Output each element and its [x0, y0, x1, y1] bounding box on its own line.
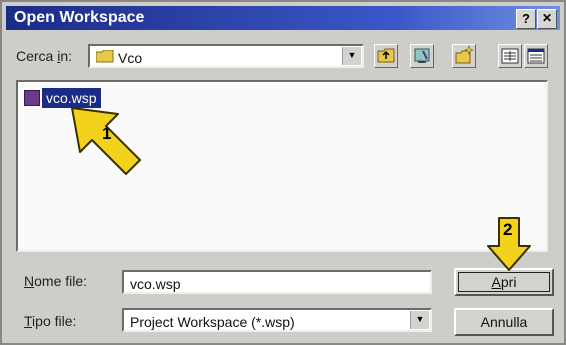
- workspace-file-icon: [24, 90, 40, 106]
- filename-input[interactable]: vco.wsp: [122, 270, 432, 294]
- list-view-button[interactable]: [498, 44, 522, 68]
- filetype-dropdown[interactable]: ▼: [410, 311, 429, 329]
- filename-value: vco.wsp: [130, 276, 181, 292]
- filetype-select[interactable]: Project Workspace (*.wsp) ▼: [122, 308, 432, 332]
- look-in-dropdown[interactable]: ▼: [342, 47, 361, 65]
- filetype-label: Tipo file:: [24, 313, 77, 329]
- file-list[interactable]: vco.wsp 1: [16, 80, 548, 252]
- desktop-button[interactable]: [410, 44, 434, 68]
- details-view-button[interactable]: [524, 44, 548, 68]
- window-title: Open Workspace: [14, 9, 145, 26]
- up-folder-button[interactable]: [374, 44, 398, 68]
- look-in-value: Vco: [118, 50, 143, 66]
- folder-icon: [95, 49, 114, 63]
- filename-label: Nome file:: [24, 273, 88, 289]
- look-in-combo[interactable]: Vco ▼: [88, 44, 364, 68]
- title-bar[interactable]: Open Workspace ? ✕: [6, 6, 560, 30]
- look-in-label: Cerca in:: [16, 48, 73, 64]
- new-folder-button[interactable]: [452, 44, 476, 68]
- details-view-icon: [527, 48, 545, 64]
- chevron-down-icon: ▼: [347, 50, 357, 60]
- help-button[interactable]: ?: [516, 9, 536, 29]
- up-folder-icon: [377, 48, 395, 63]
- chevron-down-icon: ▼: [415, 314, 425, 324]
- cancel-button[interactable]: Annulla: [454, 308, 554, 336]
- desktop-icon: [414, 48, 430, 63]
- callout-number-2: 2: [503, 220, 513, 239]
- list-view-icon: [501, 48, 519, 64]
- close-button[interactable]: ✕: [537, 9, 557, 29]
- new-folder-icon: [455, 45, 474, 64]
- callout-number-1: 1: [102, 124, 112, 143]
- open-workspace-dialog: Open Workspace ? ✕ Cerca in: Vco ▼ vco.w…: [0, 0, 566, 345]
- open-button[interactable]: Apri: [454, 268, 554, 296]
- filetype-value: Project Workspace (*.wsp): [130, 314, 295, 330]
